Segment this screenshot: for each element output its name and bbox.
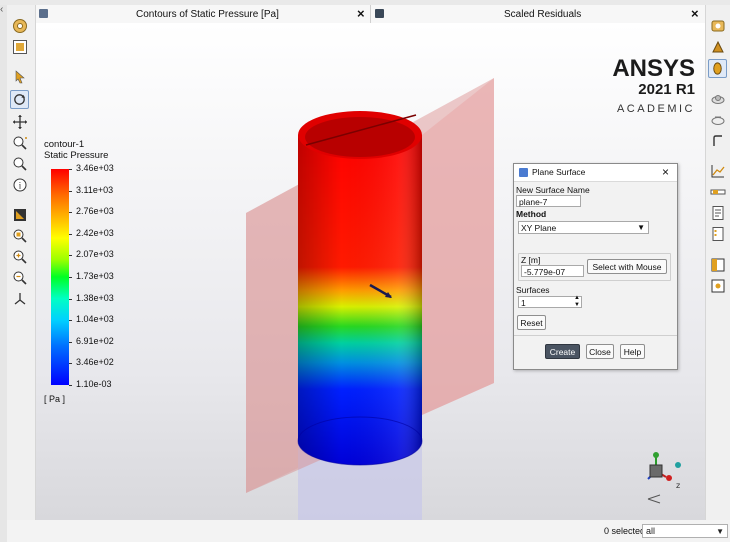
surface-name-field[interactable]: plane-7: [516, 195, 581, 207]
fit-window-icon[interactable]: [11, 38, 29, 56]
chevron-down-icon: ▼: [716, 527, 724, 536]
legend-tick-label: 1.73e+03: [76, 271, 114, 281]
logo-edition: ACADEMIC: [616, 103, 695, 115]
legend-tick-label: 3.46e+03: [76, 163, 114, 173]
legend-tick-label: 2.76e+03: [76, 206, 114, 217]
left-gutter: [0, 5, 7, 542]
surfaces-label: Surfaces: [516, 285, 550, 295]
ansys-logo: ANSYS 2021 R1 ACADEMIC: [612, 57, 695, 119]
close-button[interactable]: Close: [586, 344, 614, 359]
tab-bar: Contours of Static Pressure [Pa] × Scale…: [36, 5, 705, 24]
plot-icon[interactable]: [709, 162, 727, 180]
legend-tick-label: 1.10e-03: [76, 379, 112, 389]
legend-contour-name: contour-1: [44, 139, 85, 150]
legend-tick-mark: [69, 277, 72, 278]
method-label: Method: [516, 209, 547, 219]
legend-tick-label: 3.11e+03: [76, 184, 114, 195]
legend-tick-label: 2.07e+03: [76, 249, 114, 260]
logo-version: 2021 R1: [638, 81, 695, 98]
zoom-fit-icon[interactable]: [11, 227, 29, 245]
shade-icon[interactable]: [709, 38, 727, 56]
legend-tick-mark: [69, 233, 72, 235]
reset-button[interactable]: Reset: [517, 315, 546, 330]
layout-icon[interactable]: [709, 256, 727, 274]
pan-icon[interactable]: [11, 113, 29, 131]
collapse-chevron-icon[interactable]: ‹: [0, 4, 3, 15]
chevron-down-icon: ▼: [637, 223, 645, 232]
legend-tick-mark: [69, 255, 72, 257]
legend-tick-mark: [69, 169, 72, 170]
view-icon[interactable]: [709, 90, 727, 108]
surfaces-value: 1: [521, 298, 526, 308]
method-dropdown[interactable]: XY Plane ▼: [518, 221, 649, 234]
slider-icon[interactable]: [709, 183, 727, 201]
zoom-in-icon[interactable]: [11, 248, 29, 266]
camera-icon[interactable]: [709, 277, 727, 295]
list-icon[interactable]: [709, 225, 727, 243]
legend-tick-label: 3.46e+02: [76, 357, 114, 368]
legend-title: contour-1 Static Pressure: [44, 139, 108, 161]
tab-contours[interactable]: Contours of Static Pressure [Pa]: [136, 9, 279, 20]
legend-tick-mark: [69, 190, 72, 192]
legend-tick-mark: [69, 298, 72, 300]
report-icon[interactable]: [709, 204, 727, 222]
plane-surface-dialog: Plane Surface × New Surface Name plane-7…: [513, 163, 678, 370]
dialog-app-icon: [519, 168, 528, 177]
legend-tick-mark: [69, 341, 72, 343]
legend-tick-label: 1.04e+03: [76, 314, 114, 325]
lighting-icon[interactable]: [708, 59, 727, 78]
pan-orbit-icon[interactable]: [11, 17, 29, 35]
select-with-mouse-button[interactable]: Select with Mouse: [587, 259, 667, 274]
legend-tick-label: 2.42e+03: [76, 227, 114, 238]
fluent-window-icon: [39, 9, 48, 18]
selection-filter-dropdown[interactable]: all ▼: [642, 524, 728, 538]
z-label: Z [m]: [521, 255, 541, 265]
selection-count: 0 selected: [604, 526, 646, 536]
axes-icon[interactable]: [11, 290, 29, 308]
tab-divider: [370, 5, 371, 23]
zoom-out-icon[interactable]: [11, 269, 29, 287]
residuals-window-icon: [375, 9, 384, 18]
fit-to-window-icon[interactable]: [11, 206, 29, 224]
left-toolbar: i: [7, 5, 36, 520]
graphics-options-icon[interactable]: [709, 17, 727, 35]
legend-tick-mark: [69, 363, 72, 365]
legend-variable: Static Pressure: [44, 150, 109, 161]
surface-name-label: New Surface Name: [516, 185, 590, 195]
pointer-icon[interactable]: [11, 68, 29, 86]
dialog-title: Plane Surface: [532, 167, 586, 177]
surfaces-stepper[interactable]: 1 ▲ ▼: [518, 295, 582, 309]
rotate-icon[interactable]: [10, 90, 29, 109]
selection-filter-value: all: [646, 526, 656, 536]
legend-tick-label: 6.91e+02: [76, 335, 114, 346]
method-value: XY Plane: [521, 223, 557, 233]
dialog-close-icon[interactable]: ×: [662, 165, 669, 179]
legend-tick-mark: [69, 320, 72, 322]
undo-view-icon[interactable]: [709, 132, 727, 150]
probe-icon[interactable]: i: [11, 176, 29, 194]
view-reset-icon[interactable]: [709, 111, 727, 129]
svg-text:z: z: [676, 481, 680, 490]
legend-tick-mark: [69, 385, 72, 386]
legend-colorbar: [51, 169, 69, 385]
zoom-to-area-icon[interactable]: [11, 155, 29, 173]
create-button[interactable]: Create: [545, 344, 580, 359]
tab-scaled-residuals[interactable]: Scaled Residuals: [504, 9, 581, 20]
tab-residuals-close-icon[interactable]: ×: [691, 6, 699, 22]
stepper-arrows-icon[interactable]: ▲ ▼: [574, 295, 580, 309]
legend-tick-label: 1.38e+03: [76, 292, 114, 303]
legend-tick-mark: [69, 212, 72, 214]
help-button[interactable]: Help: [620, 344, 645, 359]
tab-contours-close-icon[interactable]: ×: [357, 6, 365, 22]
logo-name: ANSYS: [612, 55, 695, 82]
zoom-in-out-icon[interactable]: [11, 134, 29, 152]
z-value-field[interactable]: -5.779e-07: [521, 265, 584, 277]
dialog-separator: [514, 335, 677, 336]
right-toolbar: [705, 5, 730, 520]
legend-units: [ Pa ]: [44, 394, 66, 404]
